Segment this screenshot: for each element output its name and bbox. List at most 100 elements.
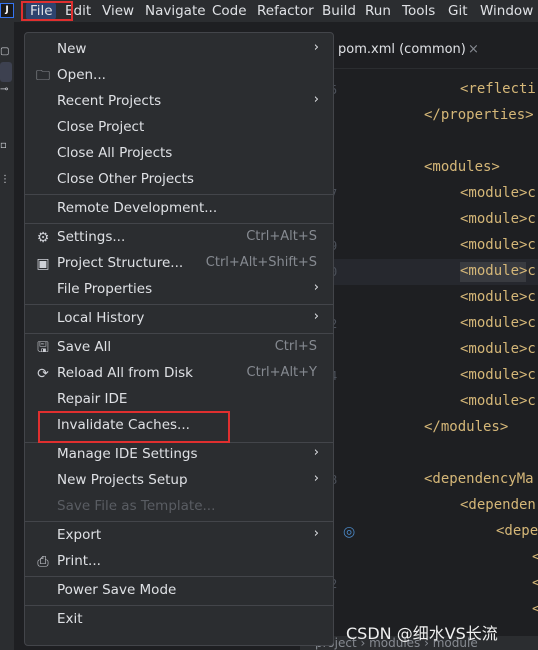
gutter-navigate-icon[interactable]: ◎ (343, 524, 359, 540)
folder-icon: 🗀 (36, 68, 50, 84)
save-icon: 🖫 (37, 340, 49, 356)
menu-item-open[interactable]: 🗀 Open... (25, 63, 333, 89)
menu-item-label: Repair IDE (57, 391, 128, 407)
menu-item-new[interactable]: New › (25, 37, 333, 63)
menu-item-shortcut: Ctrl+Alt+Shift+S (205, 255, 317, 270)
menu-item-label: Local History (57, 310, 145, 326)
menu-item-label: Close Project (57, 119, 145, 135)
menu-tools[interactable]: Tools (402, 0, 435, 22)
project-view-icon[interactable]: ▢ (0, 46, 12, 58)
chevron-right-icon: › (313, 40, 319, 55)
menu-item-shortcut: Ctrl+S (274, 339, 317, 354)
menu-separator (25, 194, 333, 195)
menu-item-new-projects-setup[interactable]: New Projects Setup › (25, 468, 333, 494)
chevron-right-icon: › (313, 280, 319, 295)
menu-item-save-all[interactable]: 🖫 Save All Ctrl+S (25, 335, 333, 361)
code-line: </modules> (424, 419, 509, 435)
menu-item-shortcut: Ctrl+Alt+S (246, 229, 317, 244)
structure-icon[interactable]: ▫ (0, 140, 12, 152)
code-line: <module>c (460, 393, 536, 409)
project-tool-active (0, 62, 12, 82)
menu-item-close-all-projects[interactable]: Close All Projects (25, 141, 333, 167)
app-logo-icon: J (0, 3, 14, 18)
tab-close-icon[interactable]: × (468, 42, 479, 57)
code-line: <module>c (460, 367, 536, 383)
menu-item-export[interactable]: Export › (25, 523, 333, 549)
menu-window[interactable]: Window (480, 0, 533, 22)
menu-item-label: Project Structure... (57, 255, 184, 271)
menu-item-close-project[interactable]: Close Project (25, 115, 333, 141)
chevron-right-icon: › (313, 471, 319, 486)
menu-item-project-structure[interactable]: ▣ Project Structure... Ctrl+Alt+Shift+S (25, 251, 333, 277)
menu-code[interactable]: Code (212, 0, 247, 22)
chevron-right-icon: › (313, 92, 319, 107)
menu-item-shortcut: Ctrl+Alt+Y (246, 365, 317, 380)
menu-item-label: Settings... (57, 229, 126, 245)
menu-separator (25, 304, 333, 305)
code-line: <module>c (460, 263, 536, 279)
menu-item-close-other-projects[interactable]: Close Other Projects (25, 167, 333, 193)
code-line: <modules> (424, 159, 500, 175)
tab-pom-xml[interactable]: pom.xml (common) (338, 42, 466, 57)
code-line: <module>c (460, 341, 536, 357)
left-tool-strip: ▢ ⊸ ▫ ⋮ (0, 22, 14, 650)
menu-item-remote-development[interactable]: Remote Development... (25, 196, 333, 222)
more-tools-icon[interactable]: ⋮ (0, 174, 12, 186)
menu-item-print[interactable]: ⎙ Print... (25, 549, 333, 575)
menu-item-label: Reload All from Disk (57, 365, 193, 381)
menu-item-label: File Properties (57, 281, 153, 297)
menu-item-power-save-mode[interactable]: Power Save Mode (25, 578, 333, 604)
menu-item-manage-ide-settings[interactable]: Manage IDE Settings › (25, 442, 333, 468)
invalidate-caches-highlight-box (38, 411, 230, 443)
code-line: < (532, 601, 538, 617)
print-icon: ⎙ (37, 554, 49, 570)
code-line: <dependen (460, 497, 536, 513)
menu-item-label: Print... (57, 553, 101, 569)
menu-item-label: Close All Projects (57, 145, 173, 161)
menu-item-exit[interactable]: Exit (25, 607, 333, 633)
code-line: <module>c (460, 237, 536, 253)
file-dropdown-menu: New › 🗀 Open... Recent Projects › Close … (24, 32, 334, 646)
code-line: <module>c (460, 185, 536, 201)
code-line: <module>c (460, 315, 536, 331)
menu-item-local-history[interactable]: Local History › (25, 306, 333, 332)
menu-item-label: Open... (57, 67, 106, 83)
file-menu-highlight-box (21, 1, 73, 21)
chevron-right-icon: › (313, 445, 319, 460)
gear-icon: ⚙ (36, 230, 50, 246)
menu-separator (25, 576, 333, 577)
code-line: <module>c (460, 211, 536, 227)
menu-git[interactable]: Git (448, 0, 468, 22)
menu-item-settings[interactable]: ⚙ Settings... Ctrl+Alt+S (25, 225, 333, 251)
chevron-right-icon: › (313, 309, 319, 324)
menu-item-file-properties[interactable]: File Properties › (25, 277, 333, 303)
commit-icon[interactable]: ⊸ (0, 84, 12, 96)
menu-item-label: Close Other Projects (57, 171, 194, 187)
menu-build[interactable]: Build (322, 0, 356, 22)
watermark-text: CSDN @细水VS长流 (346, 624, 498, 643)
chevron-right-icon: › (313, 526, 319, 541)
menu-item-label: Export (57, 527, 102, 543)
menu-view[interactable]: View (102, 0, 134, 22)
menu-navigate[interactable]: Navigate (145, 0, 206, 22)
menu-item-reload-all-from-disk[interactable]: ⟳ Reload All from Disk Ctrl+Alt+Y (25, 361, 333, 387)
menu-item-label: Save All (57, 339, 112, 355)
code-line: <module>c (460, 289, 536, 305)
menu-item-label: Recent Projects (57, 93, 162, 109)
menu-item-label: New Projects Setup (57, 472, 188, 488)
menu-bar: J File Edit View Navigate Code Refactor … (0, 0, 538, 22)
code-line: <dependencyMa (424, 471, 534, 487)
menu-item-repair-ide[interactable]: Repair IDE (25, 387, 333, 413)
code-line: < (532, 575, 538, 591)
menu-item-save-file-as-template: Save File as Template... (25, 494, 333, 520)
menu-item-label: Exit (57, 611, 83, 627)
menu-separator (25, 333, 333, 334)
menu-run[interactable]: Run (365, 0, 391, 22)
menu-item-label: Power Save Mode (57, 582, 177, 598)
menu-separator (25, 521, 333, 522)
menu-item-recent-projects[interactable]: Recent Projects › (25, 89, 333, 115)
menu-refactor[interactable]: Refactor (257, 0, 314, 22)
code-line: <reflecti (460, 81, 536, 97)
code-line: < (532, 549, 538, 565)
reload-icon: ⟳ (37, 366, 49, 382)
